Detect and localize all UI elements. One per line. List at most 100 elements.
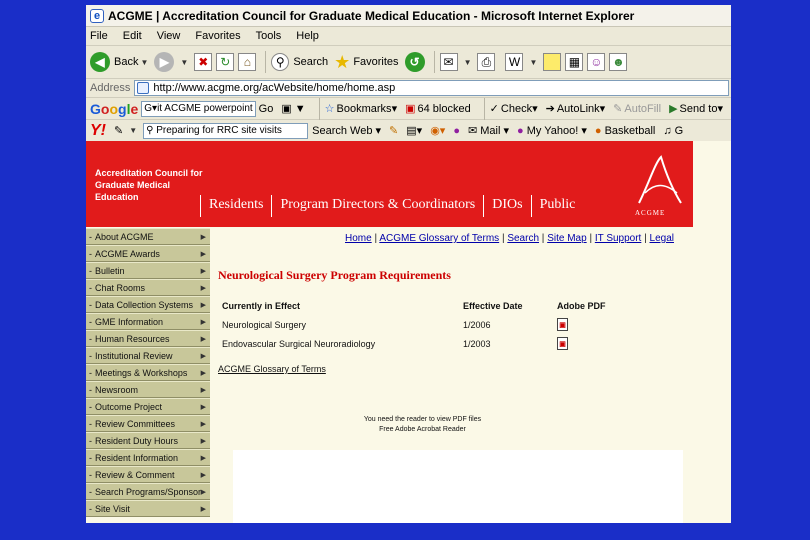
address-label: Address — [90, 82, 131, 94]
yahoo-toolbar: Y! ✎ ▼ ⚲ Preparing for RRC site visits S… — [86, 120, 731, 142]
contacts-icon[interactable]: ☻ — [609, 53, 628, 71]
sidebar-item[interactable]: - Chat Rooms ▶ — [86, 279, 210, 296]
google-search-input[interactable]: G▾it ACGME powerpoint — [141, 100, 256, 117]
list-icon[interactable]: ▤▾ — [406, 124, 422, 137]
menu-tools[interactable]: Tools — [256, 30, 282, 42]
notes-icon[interactable] — [543, 53, 562, 71]
sidebar-item[interactable]: - Resident Information ▶ — [86, 449, 210, 466]
glossary-link[interactable]: ACGME Glossary of Terms — [218, 364, 326, 374]
rss-icon[interactable]: ◉▾ — [430, 124, 445, 137]
google-toolbar: Google G▾it ACGME powerpoint Go ▣ ▼ ☆ Boo… — [86, 97, 731, 120]
acrobat-reader-link[interactable]: Free Adobe Acrobat Reader — [316, 425, 529, 435]
search-button[interactable]: ⚲ Search — [271, 53, 328, 71]
pencil-dropdown-icon[interactable]: ▼ — [129, 126, 137, 135]
forward-dropdown-icon[interactable]: ▼ — [180, 58, 188, 67]
sidebar-item[interactable]: - Institutional Review ▶ — [86, 347, 210, 364]
sidebar-item-label: Institutional Review — [95, 350, 173, 361]
bookmarks-button[interactable]: ☆ Bookmarks ▾ — [325, 102, 397, 116]
menu-file[interactable]: File — [90, 30, 108, 42]
menu-favorites[interactable]: Favorites — [195, 30, 240, 42]
toolbar-separator — [433, 51, 435, 73]
sidebar-item[interactable]: - Meetings & Workshops ▶ — [86, 364, 210, 381]
menu-edit[interactable]: Edit — [123, 30, 142, 42]
sendto-button[interactable]: ▶ Send to ▾ — [669, 102, 723, 116]
sidebar-item[interactable]: - Bulletin ▶ — [86, 262, 210, 279]
yahoo-mail-button[interactable]: ✉ Mail ▾ — [468, 124, 509, 137]
toolbar-separator — [265, 51, 267, 73]
link-home[interactable]: Home — [345, 233, 372, 244]
search-icon: ⚲ — [271, 53, 290, 71]
messenger-icon[interactable]: ☺ — [587, 53, 606, 71]
autofill-label: AutoFill — [624, 102, 662, 115]
nav-residents[interactable]: Residents — [200, 195, 271, 217]
sidebar-item-label: GME Information — [95, 316, 164, 327]
link-it-support[interactable]: IT Support — [595, 233, 642, 244]
sidebar-item[interactable]: - GME Information ▶ — [86, 313, 210, 330]
mail-dropdown-icon[interactable]: ▼ — [464, 58, 472, 67]
acgme-logo[interactable]: ACGME — [631, 153, 687, 223]
print-icon[interactable]: ⎙ — [477, 53, 496, 71]
nav-dios[interactable]: DIOs — [483, 195, 530, 217]
header-current: Currently in Effect — [222, 300, 301, 311]
back-button[interactable]: ◀ Back ▼ — [90, 52, 148, 72]
menu-view[interactable]: View — [157, 30, 181, 42]
yahoo-search-input[interactable]: ⚲ Preparing for RRC site visits — [143, 122, 309, 139]
pdf-icon[interactable]: ▣ — [557, 318, 568, 331]
chevron-right-icon: ▶ — [200, 250, 206, 258]
basketball-button[interactable]: ● Basketball — [595, 125, 655, 137]
menu-help[interactable]: Help — [296, 30, 319, 42]
stop-icon[interactable]: ✖ — [194, 53, 213, 71]
sidebar-item[interactable]: - Newsroom ▶ — [86, 381, 210, 398]
sidebar-item[interactable]: - Site Visit ▶ — [86, 500, 210, 517]
address-input[interactable]: http://www.acgme.org/acWebsite/home/home… — [134, 80, 729, 96]
sidebar-item[interactable]: - Resident Duty Hours ▶ — [86, 432, 210, 449]
sidebar-item[interactable]: - ACGME Awards ▶ — [86, 245, 210, 262]
header-pdf: Adobe PDF — [557, 300, 606, 311]
history-icon[interactable]: ↺ — [404, 52, 425, 72]
sidebar-item-label: Data Collection Systems — [95, 299, 194, 310]
link-site-map[interactable]: Site Map — [547, 233, 586, 244]
sidebar-item[interactable]: - Human Resources ▶ — [86, 330, 210, 347]
yahoo-more-button[interactable]: ♫ G — [663, 125, 683, 137]
sidebar-item[interactable]: - Outcome Project ▶ — [86, 398, 210, 415]
search-web-button[interactable]: Search Web ▾ — [312, 124, 381, 137]
address-url: http://www.acgme.org/acWebsite/home/home… — [153, 82, 396, 94]
yahoo-logo[interactable]: Y! — [90, 122, 106, 140]
nav-program-directors[interactable]: Program Directors & Coordinators — [271, 195, 483, 217]
pdf-icon[interactable]: ▣ — [557, 337, 568, 350]
link-legal[interactable]: Legal — [650, 233, 674, 244]
link-search[interactable]: Search — [507, 233, 539, 244]
highlight-icon[interactable]: ✎ — [389, 124, 398, 137]
popup-blocker[interactable]: ▣ 64 blocked — [405, 102, 471, 116]
messenger-icon-yahoo[interactable]: ● — [453, 125, 460, 137]
sidebar-item[interactable]: - Data Collection Systems ▶ — [86, 296, 210, 313]
forward-button[interactable]: ▶ ▼ — [154, 52, 188, 72]
refresh-icon[interactable]: ↻ — [216, 53, 235, 71]
google-logo[interactable]: Google — [90, 101, 138, 117]
basketball-icon: ● — [594, 124, 602, 137]
sidebar-item[interactable]: - Review & Comment ▶ — [86, 466, 210, 483]
edit-dropdown-icon[interactable]: ▼ — [529, 58, 537, 67]
mail-icon[interactable]: ✉ — [439, 53, 458, 71]
google-go-button[interactable]: Go — [259, 103, 274, 115]
edit-icon[interactable]: W — [505, 53, 524, 71]
sidebar-item[interactable]: - Review Committees ▶ — [86, 415, 210, 432]
my-yahoo-button[interactable]: ● My Yahoo! ▾ — [517, 124, 587, 137]
autofill-button[interactable]: ✎ AutoFill — [613, 102, 662, 116]
nav-public[interactable]: Public — [530, 195, 584, 217]
top-links: Home | ACGME Glossary of Terms | Search … — [345, 233, 674, 244]
link-glossary[interactable]: ACGME Glossary of Terms — [379, 233, 499, 244]
research-icon[interactable]: ▦ — [565, 53, 584, 71]
autolink-button[interactable]: ➔ AutoLink ▾ — [546, 102, 606, 116]
google-tools-icon[interactable]: ▣ ▼ — [281, 102, 305, 115]
sidebar-item[interactable]: - About ACGME ▶ — [86, 228, 210, 245]
pencil-icon[interactable]: ✎ — [114, 124, 123, 137]
sidebar-item-label: About ACGME — [95, 231, 154, 242]
spellcheck-button[interactable]: ✓ Check ▾ — [490, 102, 538, 116]
sidebar-item[interactable]: - Search Programs/Sponsors ▶ — [86, 483, 210, 500]
requirement-name: Neurological Surgery — [222, 319, 307, 330]
back-dropdown-icon[interactable]: ▼ — [140, 58, 148, 67]
home-icon[interactable]: ⌂ — [238, 53, 257, 71]
favorites-button[interactable]: ★ Favorites — [334, 52, 398, 73]
sidebar-bullet: - — [89, 435, 92, 446]
